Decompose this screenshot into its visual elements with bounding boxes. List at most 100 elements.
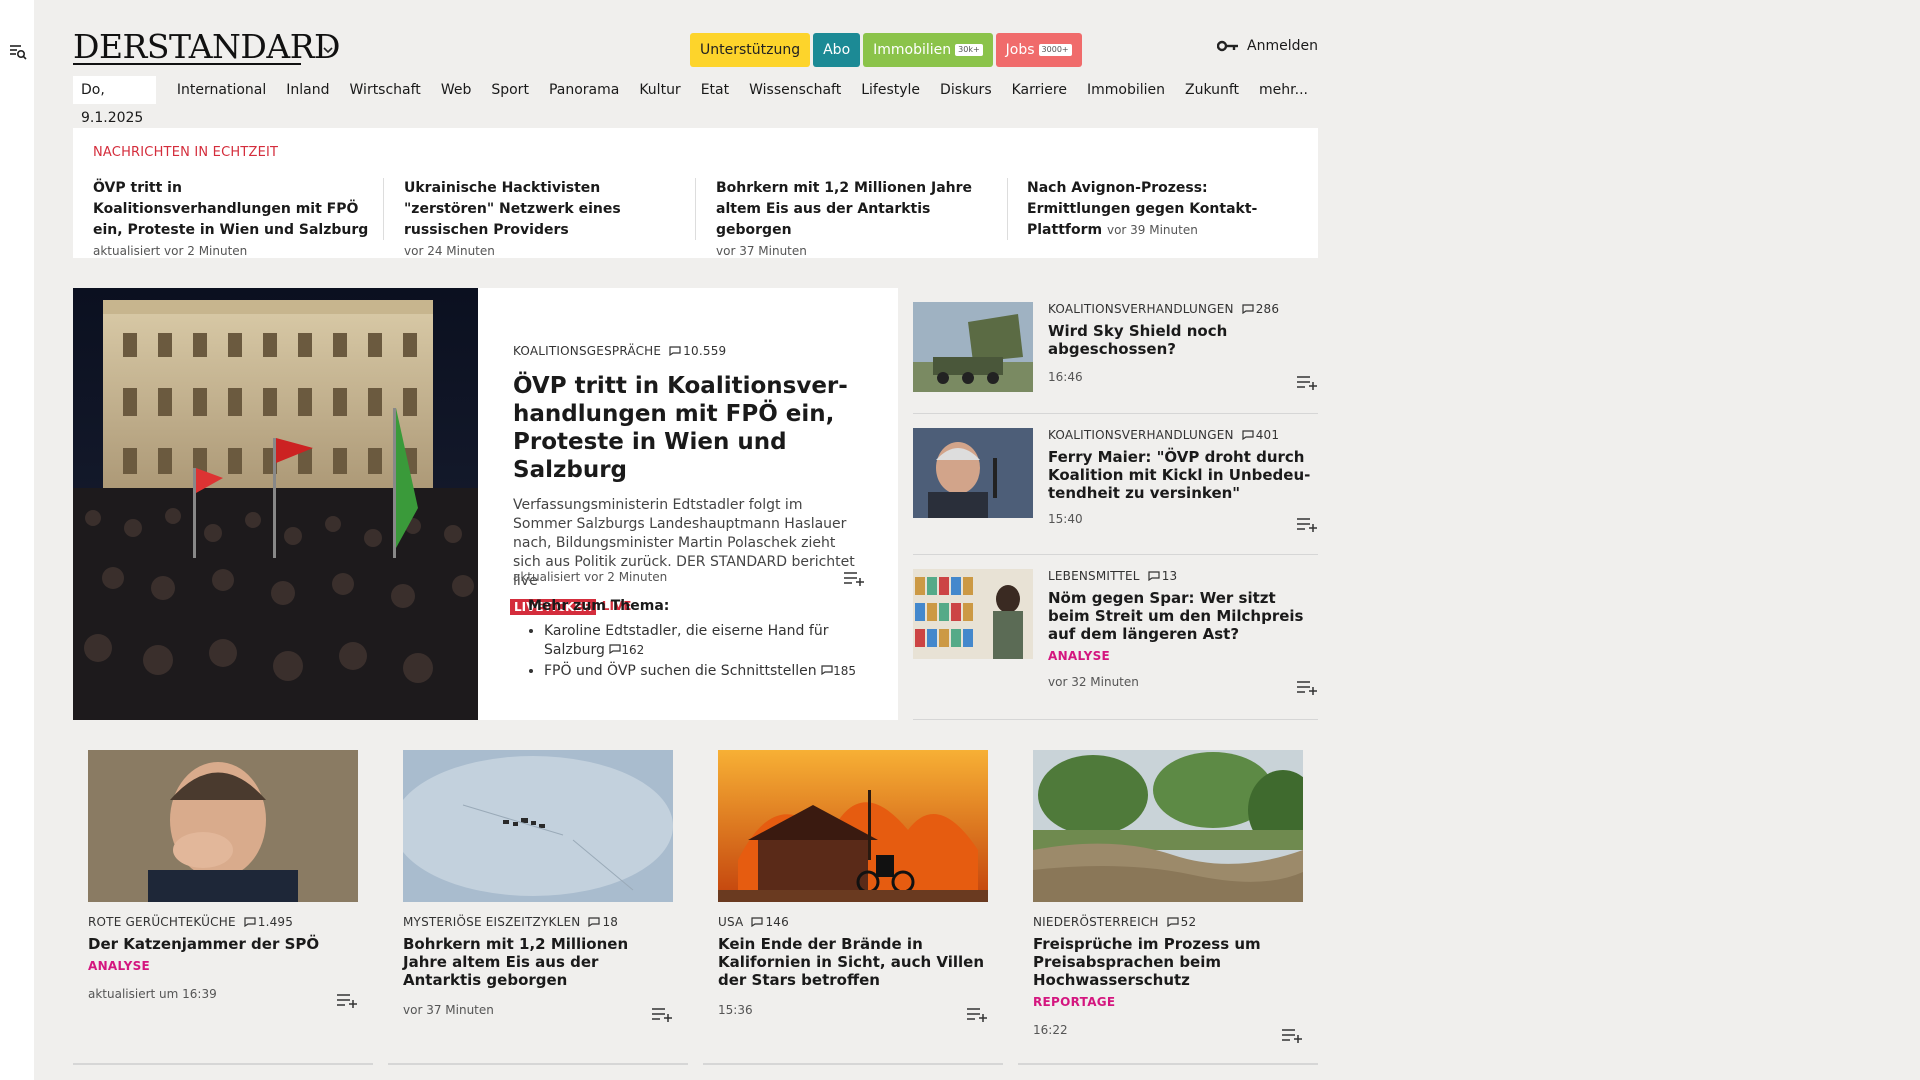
- realtime-item-title: ÖVP tritt in Koalitionsverhandlungen mit…: [93, 180, 369, 238]
- realtime-item-time: vor 39 Minuten: [1106, 223, 1198, 237]
- add-to-list-icon[interactable]: [336, 992, 358, 1008]
- comment-count-value: 18: [602, 915, 619, 929]
- support-button[interactable]: Unterstützung: [690, 33, 811, 67]
- story-card-time: 15:36: [718, 1003, 753, 1017]
- abo-button[interactable]: Abo: [813, 33, 861, 67]
- story-card-image[interactable]: [403, 750, 673, 902]
- comment-count-value: 13: [1161, 569, 1178, 583]
- reportage-label: REPORTAGE: [1033, 995, 1116, 1009]
- related-item[interactable]: Karoline Edtstadler, die eiserne Hand fü…: [544, 622, 873, 660]
- side-story-title[interactable]: Wird Sky Shield noch abgeschossen?: [1048, 322, 1318, 358]
- add-to-list-icon[interactable]: [1296, 679, 1318, 695]
- comment-count[interactable]: 10.559: [669, 344, 726, 358]
- realtime-item-time: aktualisiert vor 2 Minuten: [93, 244, 248, 258]
- comment-count-value: 52: [1180, 915, 1197, 929]
- side-kicker: KOALITIONSVERHANDLUNGEN 286: [1048, 302, 1318, 316]
- related-list: Karoline Edtstadler, die eiserne Hand fü…: [528, 622, 873, 681]
- nav-item-international[interactable]: International: [167, 76, 276, 104]
- side-story: LEBENSMITTEL 13 Nöm gegen Spar: Wer sitz…: [913, 555, 1318, 720]
- story-card-image[interactable]: [88, 750, 358, 902]
- realtime-item[interactable]: Ukrainische Hacktivisten "zerstören" Net…: [404, 178, 684, 262]
- kicker-label[interactable]: MYSTERIÖSE EISZEITZYKLEN: [403, 915, 580, 929]
- site-logo[interactable]: DERSTANDARD: [73, 28, 341, 66]
- story-card-title[interactable]: Kein Ende der Brände in Kalifornien in S…: [718, 935, 988, 989]
- nav-item-sport[interactable]: Sport: [481, 76, 539, 104]
- chevron-down-icon[interactable]: [321, 43, 335, 57]
- add-to-list-icon[interactable]: [1296, 516, 1318, 532]
- side-story-body: KOALITIONSVERHANDLUNGEN 401 Ferry Maier:…: [1048, 428, 1318, 526]
- nav-item-zukunft[interactable]: Zukunft: [1175, 76, 1249, 104]
- nav-item-wirtschaft[interactable]: Wirtschaft: [340, 76, 431, 104]
- nav-item-karriere[interactable]: Karriere: [1002, 76, 1077, 104]
- comment-count[interactable]: 13: [1148, 569, 1178, 583]
- side-story-image[interactable]: [913, 569, 1033, 659]
- add-to-list-icon[interactable]: [1281, 1027, 1303, 1043]
- add-to-list-icon[interactable]: [843, 570, 865, 586]
- nav-item-wissenschaft[interactable]: Wissenschaft: [739, 76, 851, 104]
- lead-timestamp: aktualisiert vor 2 Minuten: [513, 570, 668, 584]
- antarctica-photo: [403, 750, 673, 902]
- story-card: ROTE GERÜCHTEKÜCHE 1.495 Der Katzenjamme…: [73, 735, 373, 1065]
- kicker-label[interactable]: USA: [718, 915, 743, 929]
- kicker-label[interactable]: KOALITIONSGESPRÄCHE: [513, 344, 661, 358]
- nav-item-panorama[interactable]: Panorama: [539, 76, 629, 104]
- comment-count[interactable]: 146: [751, 915, 789, 929]
- story-card-title[interactable]: Bohrkern mit 1,2 Millionen Jahre altem E…: [403, 935, 673, 989]
- jobs-button[interactable]: Jobs 3000+: [995, 33, 1082, 67]
- realtime-item[interactable]: ÖVP tritt in Koalitionsverhandlungen mit…: [93, 178, 373, 262]
- side-story-title[interactable]: Ferry Maier: "ÖVP droht durch Koalition …: [1048, 448, 1318, 502]
- nav-item-immobilien[interactable]: Immobilien: [1077, 76, 1175, 104]
- lead-title[interactable]: ÖVP tritt in Koalitionsver­handlungen mi…: [513, 372, 863, 484]
- add-to-list-icon[interactable]: [966, 1006, 988, 1022]
- side-story-time: 16:46: [1048, 370, 1083, 384]
- logo-underline: [73, 63, 301, 65]
- kicker-label[interactable]: ROTE GERÜCHTEKÜCHE: [88, 915, 236, 929]
- side-story-title[interactable]: Nöm gegen Spar: Wer sitzt beim Streit um…: [1048, 589, 1318, 643]
- menu-search-icon[interactable]: [9, 43, 27, 61]
- realtime-item[interactable]: Bohrkern mit 1,2 Millionen Jahre al­tem …: [716, 178, 996, 262]
- story-card-image[interactable]: [1033, 750, 1303, 902]
- kicker-label[interactable]: KOALITIONSVERHANDLUNGEN: [1048, 428, 1234, 442]
- related-item[interactable]: FPÖ und ÖVP suchen die Schnittstellen 18…: [544, 662, 873, 681]
- kicker-label[interactable]: NIEDERÖSTERREICH: [1033, 915, 1159, 929]
- story-card-title[interactable]: Der Katzenjammer der SPÖ: [88, 935, 358, 953]
- lead-story-image[interactable]: [73, 288, 478, 720]
- comment-count[interactable]: 1.495: [244, 915, 293, 929]
- comment-count[interactable]: 286: [1242, 302, 1280, 316]
- comment-count[interactable]: 401: [1242, 428, 1280, 442]
- realtime-item-time: vor 24 Minuten: [404, 244, 495, 258]
- kicker-label[interactable]: KOALITIONSVERHANDLUNGEN: [1048, 302, 1234, 316]
- add-to-list-icon[interactable]: [1296, 374, 1318, 390]
- analysis-label: ANALYSE: [88, 959, 151, 973]
- nav-item-kultur[interactable]: Kultur: [629, 76, 690, 104]
- comment-count[interactable]: 52: [1167, 915, 1197, 929]
- realtime-item-title: Bohrkern mit 1,2 Millionen Jahre al­tem …: [716, 180, 973, 238]
- side-story-image[interactable]: [913, 302, 1033, 392]
- comment-count-value: 146: [765, 915, 789, 929]
- comment-count-value: 1.495: [257, 915, 294, 929]
- nav-item-etat[interactable]: Etat: [691, 76, 739, 104]
- nav-item-web[interactable]: Web: [431, 76, 482, 104]
- story-card-body: ROTE GERÜCHTEKÜCHE 1.495 Der Katzenjamme…: [88, 915, 358, 1001]
- story-card-image[interactable]: [718, 750, 988, 902]
- kicker-label[interactable]: LEBENSMITTEL: [1048, 569, 1140, 583]
- story-card-time: 16:22: [1033, 1023, 1068, 1037]
- side-kicker: LEBENSMITTEL 13: [1048, 569, 1318, 583]
- comment-count[interactable]: 18: [588, 915, 618, 929]
- immobilien-button[interactable]: Immobilien 30k+: [863, 33, 993, 67]
- login-button[interactable]: Anmelden: [1217, 38, 1318, 54]
- nav-item-lifestyle[interactable]: Lifestyle: [851, 76, 930, 104]
- add-to-list-icon[interactable]: [651, 1006, 673, 1022]
- story-card-body: MYSTERIÖSE EISZEITZYKLEN 18 Bohrkern mit…: [403, 915, 673, 1017]
- nav-item-more[interactable]: mehr...: [1249, 76, 1318, 104]
- side-story-image[interactable]: [913, 428, 1033, 518]
- story-card-title[interactable]: Freisprüche im Prozess um Preis­absprach…: [1033, 935, 1303, 989]
- lead-story: KOALITIONSGESPRÄCHE 10.559 ÖVP tritt in …: [73, 288, 898, 720]
- key-icon: [1217, 40, 1239, 52]
- comment-icon: [751, 917, 764, 927]
- nav-item-diskurs[interactable]: Diskurs: [930, 76, 1002, 104]
- side-column: KOALITIONSVERHANDLUNGEN 286 Wird Sky Shi…: [913, 288, 1318, 720]
- nav-item-inland[interactable]: Inland: [276, 76, 339, 104]
- jobs-label: Jobs: [1005, 42, 1035, 58]
- realtime-item[interactable]: Nach Avignon-Prozess: Ermittlungen gegen…: [1027, 178, 1307, 241]
